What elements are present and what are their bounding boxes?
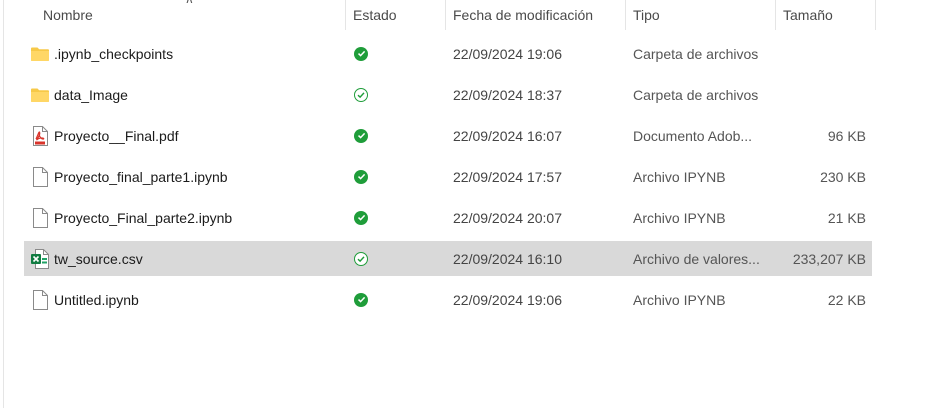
synced-icon [351, 36, 371, 71]
column-header-status[interactable]: Estado [346, 0, 446, 30]
file-name[interactable]: data_Image [54, 77, 344, 112]
file-type: Archivo IPYNB [633, 291, 726, 308]
file-list: .ipynb_checkpoints 22/09/2024 19:06 Carpet… [24, 36, 872, 323]
pdf-icon [30, 118, 50, 153]
file-type: Archivo de valores... [633, 250, 760, 267]
synced-icon [351, 282, 371, 317]
file-name[interactable]: Proyecto_final_parte1.ipynb [54, 159, 344, 194]
file-icon [30, 159, 50, 194]
file-size: 22 KB [827, 291, 866, 308]
column-header-type[interactable]: Tipo [626, 0, 776, 30]
column-header-name[interactable]: Nombre [36, 0, 346, 30]
pane-divider[interactable] [3, 0, 4, 408]
file-type: Documento Adob... [633, 127, 753, 144]
file-icon [30, 282, 50, 317]
file-row[interactable]: Proyecto_final_parte1.ipynb 22/09/2024 17… [24, 159, 872, 194]
file-date: 22/09/2024 20:07 [453, 209, 562, 226]
available-icon [351, 77, 371, 112]
file-name[interactable]: tw_source.csv [54, 241, 344, 276]
file-row[interactable]: Proyecto__Final.pdf 22/09/2024 16:07 Docum… [24, 118, 872, 153]
file-date: 22/09/2024 19:06 [453, 291, 562, 308]
file-date: 22/09/2024 16:07 [453, 127, 562, 144]
folder-icon [30, 77, 50, 112]
file-size: 230 KB [820, 168, 866, 185]
column-header-date[interactable]: Fecha de modificación [446, 0, 626, 30]
file-date: 22/09/2024 19:06 [453, 45, 562, 62]
synced-icon [351, 118, 371, 153]
file-date: 22/09/2024 17:57 [453, 168, 562, 185]
file-name[interactable]: .ipynb_checkpoints [54, 36, 344, 71]
file-icon [30, 200, 50, 235]
file-row[interactable]: data_Image 22/09/2024 18:37 Carpeta de arc… [24, 77, 872, 112]
file-type: Archivo IPYNB [633, 168, 726, 185]
file-date: 22/09/2024 18:37 [453, 86, 562, 103]
file-size: 21 KB [827, 209, 866, 226]
file-row[interactable]: Untitled.ipynb 22/09/2024 19:06 Archivo IP… [24, 282, 872, 317]
file-row[interactable]: Proyecto_Final_parte2.ipynb 22/09/2024 20… [24, 200, 872, 235]
file-row[interactable]: tw_source.csv 22/09/2024 16:10 Archivo de … [24, 241, 872, 276]
file-name[interactable]: Proyecto__Final.pdf [54, 118, 344, 153]
column-header-bar: Nombre Estado Fecha de modificación Tipo… [0, 0, 952, 30]
file-size [776, 36, 866, 71]
available-icon [351, 241, 371, 276]
file-date: 22/09/2024 16:10 [453, 250, 562, 267]
file-size: 233,207 KB [792, 250, 866, 267]
file-size [776, 77, 866, 112]
file-type: Carpeta de archivos [633, 86, 759, 103]
excel-csv-icon [30, 241, 50, 276]
file-type: Carpeta de archivos [633, 45, 759, 62]
synced-icon [351, 200, 371, 235]
column-header-size[interactable]: Tamaño [776, 0, 876, 30]
file-name[interactable]: Untitled.ipynb [54, 282, 344, 317]
folder-icon [30, 36, 50, 71]
file-explorer-window: ∧ Nombre Estado Fecha de modificación Ti… [0, 0, 952, 408]
file-name[interactable]: Proyecto_Final_parte2.ipynb [54, 200, 344, 235]
file-type: Archivo IPYNB [633, 209, 726, 226]
file-row[interactable]: .ipynb_checkpoints 22/09/2024 19:06 Carpet… [24, 36, 872, 71]
synced-icon [351, 159, 371, 194]
file-size: 96 KB [827, 127, 866, 144]
